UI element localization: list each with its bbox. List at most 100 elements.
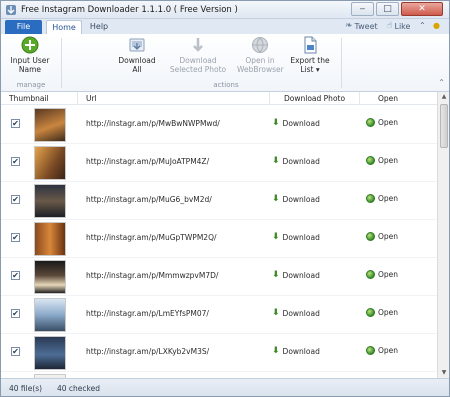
row-url: http://instagr.am/p/LmEYfsPM07/ (86, 309, 209, 318)
row-download-link[interactable]: ⬇ Download (272, 308, 320, 318)
scroll-up-icon[interactable]: ▲ (438, 92, 450, 102)
tweet-label: Tweet (354, 21, 378, 31)
row-download-link[interactable]: ⬇ Download (272, 118, 320, 128)
row-checkbox[interactable]: ✔ (11, 309, 20, 318)
row-checkbox[interactable]: ✔ (11, 347, 20, 356)
row-open-link[interactable]: Open (366, 308, 398, 317)
download-selected-button[interactable]: Download Selected Photo (164, 36, 232, 74)
column-header-download-photo[interactable]: Download Photo (284, 94, 345, 103)
minimize-ribbon-icon[interactable]: ⌃ (419, 21, 426, 30)
globe-icon (366, 118, 375, 127)
row-open-link[interactable]: Open (366, 232, 398, 241)
download-all-button[interactable]: Download All (118, 36, 156, 74)
open-in-browser-button[interactable]: Open in WebBrowser (237, 36, 284, 74)
export-list-label: Export the List (290, 56, 330, 74)
window-title: Free Instagram Downloader 1.1.1.0 ( Free… (21, 5, 238, 15)
tab-help[interactable]: Help (85, 20, 113, 34)
column-header-url[interactable]: Url (86, 94, 97, 103)
app-logo-icon (6, 5, 16, 15)
table-header: Thumbnail Url Download Photo Open (1, 92, 437, 105)
group-label-actions: actions (213, 81, 239, 89)
row-download-label: Download (282, 194, 320, 204)
column-divider[interactable] (359, 92, 360, 105)
table-row[interactable]: ✔ http://instagr.am/p/LXKyb2vM3S/ ⬇ Downl… (1, 334, 437, 372)
table-row[interactable]: ✔ http://instagr.am/p/MuG6_bvM2d/ ⬇ Downl… (1, 182, 437, 220)
row-checkbox[interactable]: ✔ (11, 157, 20, 166)
column-header-open[interactable]: Open (378, 94, 398, 103)
table-row[interactable]: ✔ http://instagr.am/p/MuGpTWPM2Q/ ⬇ Downl… (1, 220, 437, 258)
export-list-button[interactable]: Export the List ▾ (288, 36, 332, 74)
download-all-label: Download All (118, 56, 156, 74)
table-row[interactable]: ✔ http://instagr.am/p/MwBwNWPMwd/ ⬇ Downl… (1, 106, 437, 144)
row-open-label: Open (378, 194, 399, 203)
row-download-link[interactable]: ⬇ Download (272, 156, 320, 166)
download-arrow-icon: ⬇ (272, 270, 280, 280)
row-open-link[interactable]: Open (366, 270, 398, 279)
column-divider[interactable] (77, 92, 78, 105)
ribbon-tab-row: File Home Help ❧ Tweet ☝ Like ⌃ ● (1, 19, 449, 34)
like-label: Like (394, 21, 411, 31)
maximize-button[interactable]: □ (376, 2, 399, 16)
row-download-label: Download (282, 232, 320, 242)
input-user-name-button[interactable]: Input User Name (7, 36, 53, 74)
row-checkbox[interactable]: ✔ (11, 233, 20, 242)
input-user-name-label: Input User Name (10, 56, 50, 74)
table-row[interactable]: ✔ http://instagr.am/p/LmEYfsPM07/ ⬇ Downl… (1, 296, 437, 334)
vertical-scrollbar[interactable]: ▲ ▼ (437, 92, 449, 378)
minimize-button[interactable]: ‒ (351, 2, 374, 16)
like-button[interactable]: ☝ Like (387, 21, 410, 31)
globe-icon (366, 232, 375, 241)
row-url: http://instagr.am/p/MmmwzpvM7D/ (86, 271, 219, 280)
ribbon-panel: Input User Name manage Download All Down… (1, 34, 449, 92)
row-download-label: Download (282, 156, 320, 166)
row-url: http://instagr.am/p/MuJoATPM4Z/ (86, 157, 210, 166)
scroll-down-icon[interactable]: ▼ (438, 368, 450, 378)
ribbon-group-divider (61, 38, 62, 88)
row-download-link[interactable]: ⬇ Download (272, 194, 320, 204)
table-row[interactable]: ✔ http://instagr.am/p/MmmwzpvM7D/ ⬇ Downl… (1, 258, 437, 296)
row-checkbox[interactable]: ✔ (11, 271, 20, 280)
download-arrow-icon: ⬇ (272, 232, 280, 242)
download-arrow-icon: ⬇ (272, 308, 280, 318)
row-open-link[interactable]: Open (366, 156, 398, 165)
row-url: http://instagr.am/p/MuG6_bvM2d/ (86, 195, 212, 204)
row-open-label: Open (378, 346, 399, 355)
row-open-label: Open (378, 232, 399, 241)
file-count: 40 file(s) (9, 384, 43, 393)
title-bar: Free Instagram Downloader 1.1.1.0 ( Free… (1, 1, 449, 19)
row-open-link[interactable]: Open (366, 194, 398, 203)
photo-thumbnail (34, 222, 66, 256)
group-label-manage: manage (16, 81, 46, 89)
photo-thumbnail (34, 108, 66, 142)
scrollbar-thumb[interactable] (440, 104, 448, 148)
column-divider[interactable] (269, 92, 270, 105)
help-icon[interactable]: ● (433, 21, 440, 30)
column-header-thumbnail[interactable]: Thumbnail (9, 94, 49, 103)
row-download-label: Download (282, 346, 320, 356)
tweet-button[interactable]: ❧ Tweet (345, 21, 378, 31)
tab-home[interactable]: Home (46, 20, 82, 34)
globe-icon (366, 308, 375, 317)
row-download-label: Download (282, 118, 320, 128)
photo-thumbnail (34, 184, 66, 218)
row-download-link[interactable]: ⬇ Download (272, 270, 320, 280)
download-arrow-icon: ⬇ (272, 118, 280, 128)
row-checkbox[interactable]: ✔ (11, 195, 20, 204)
row-open-label: Open (378, 308, 399, 317)
thumbs-up-icon: ☝ (387, 21, 393, 31)
row-checkbox[interactable]: ✔ (11, 119, 20, 128)
row-download-link[interactable]: ⬇ Download (272, 232, 320, 242)
row-open-link[interactable]: Open (366, 118, 398, 127)
row-url: http://instagr.am/p/MuGpTWPM2Q/ (86, 233, 217, 242)
globe-icon (252, 37, 268, 53)
row-open-link[interactable]: Open (366, 346, 398, 355)
download-arrow-icon: ⬇ (272, 346, 280, 356)
globe-icon (366, 346, 375, 355)
ribbon-collapse-icon[interactable]: ⌃ (438, 78, 445, 87)
download-arrow-icon: ⬇ (272, 156, 280, 166)
row-download-link[interactable]: ⬇ Download (272, 346, 320, 356)
checked-count: 40 checked (57, 384, 100, 393)
close-button[interactable]: ✕ (401, 2, 443, 16)
table-row[interactable]: ✔ http://instagr.am/p/MuJoATPM4Z/ ⬇ Downl… (1, 144, 437, 182)
tab-file[interactable]: File (5, 20, 42, 34)
